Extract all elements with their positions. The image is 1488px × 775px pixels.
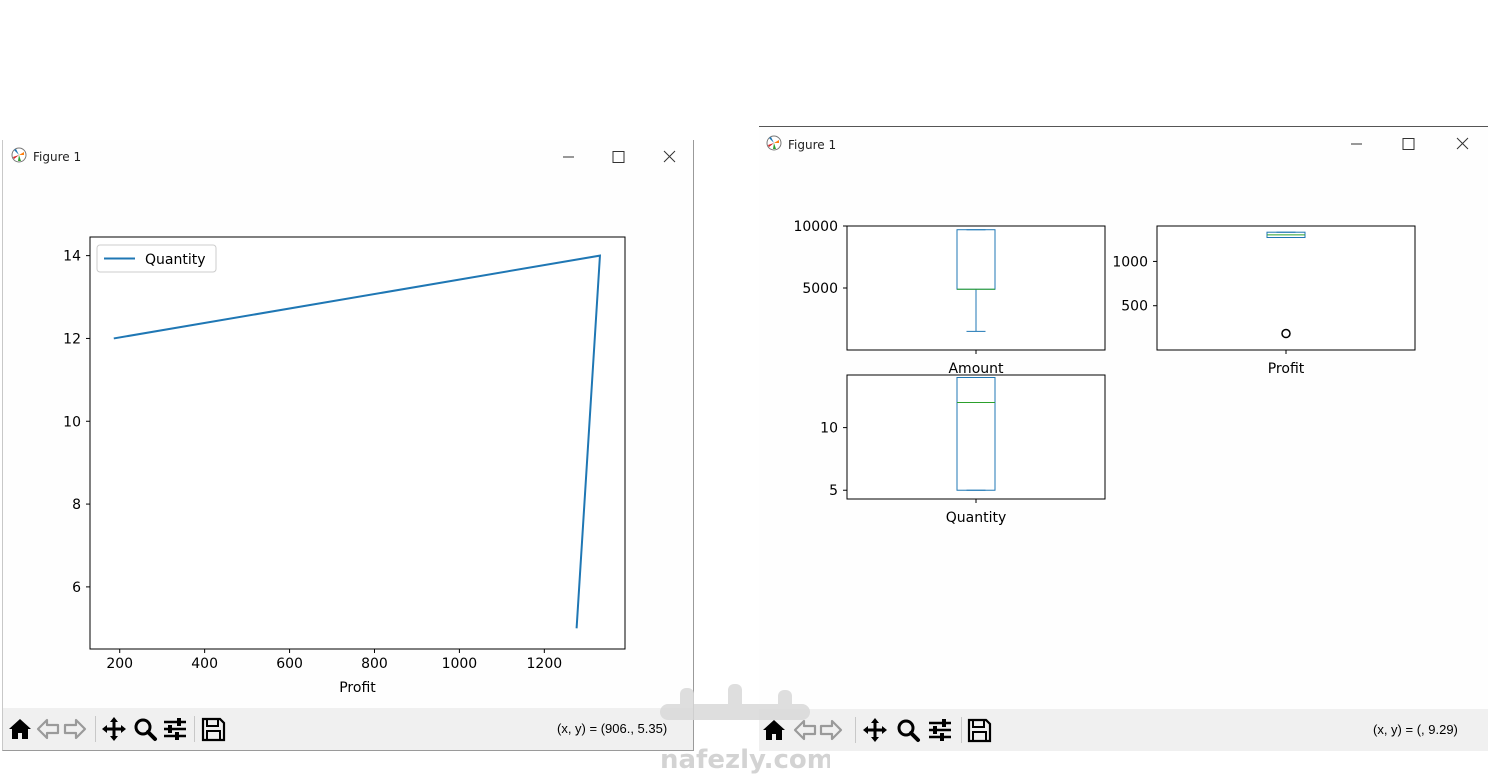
- x-tick-label: Quantity: [946, 510, 1007, 526]
- window-title: Figure 1: [788, 138, 837, 152]
- pan-move-icon[interactable]: [101, 715, 127, 743]
- maximize-button[interactable]: [595, 142, 641, 172]
- x-tick-label: 1000: [442, 656, 478, 672]
- y-tick-label: 10: [63, 414, 81, 430]
- plot-area: [89, 236, 626, 650]
- y-tick-label: 10: [820, 421, 838, 437]
- save-floppy-icon[interactable]: [966, 716, 992, 744]
- toolbar-separator: [95, 716, 96, 742]
- title-bar: Figure 1: [759, 127, 1488, 161]
- title-bar: Figure 1: [3, 140, 693, 174]
- figure-window-left: Figure 1 200 400 600 800 1000 1200 6 8 10 12 14 Pro…: [2, 140, 694, 751]
- close-button[interactable]: [646, 142, 692, 172]
- minimize-button[interactable]: [545, 142, 591, 172]
- forward-arrow-icon[interactable]: [62, 715, 88, 743]
- pan-move-icon[interactable]: [862, 716, 888, 744]
- configure-subplots-icon[interactable]: [162, 715, 188, 743]
- matplotlib-logo-icon: [766, 135, 782, 151]
- navigation-toolbar: (x, y) = (, 9.29): [759, 709, 1488, 751]
- y-tick-label: 5000: [802, 281, 838, 297]
- y-tick-label: 6: [72, 580, 81, 596]
- toolbar-separator: [961, 717, 962, 743]
- y-tick-label: 1000: [1112, 254, 1148, 270]
- line-chart: 200 400 600 800 1000 1200 6 8 10 12 14 Profit Quanti…: [63, 236, 626, 696]
- legend-label: Quantity: [145, 252, 206, 268]
- y-tick-label: 5: [829, 483, 838, 499]
- x-tick-label: 800: [361, 656, 388, 672]
- toolbar-separator: [855, 717, 856, 743]
- y-tick-label: 10000: [793, 219, 838, 235]
- minimize-button[interactable]: [1333, 129, 1379, 159]
- maximize-button[interactable]: [1385, 129, 1431, 159]
- y-tick-label: 8: [72, 497, 81, 513]
- x-tick-label: 400: [191, 656, 218, 672]
- watermark-text: nafezly.com: [660, 745, 830, 775]
- configure-subplots-icon[interactable]: [927, 716, 953, 744]
- window-title: Figure 1: [33, 150, 82, 164]
- zoom-magnifier-icon[interactable]: [895, 716, 921, 744]
- home-icon[interactable]: [7, 715, 33, 743]
- zoom-magnifier-icon[interactable]: [132, 715, 158, 743]
- matplotlib-logo-icon: [11, 147, 27, 163]
- figure-window-right: Figure 1 5000 10000 Amount 500 1000 Profit 5 10…: [759, 126, 1488, 751]
- subplot-area: [1156, 225, 1416, 351]
- x-tick-label: 200: [106, 656, 133, 672]
- navigation-toolbar: (x, y) = (906., 5.35): [3, 708, 693, 750]
- y-tick-label: 14: [63, 249, 81, 265]
- watermark: nafezly.com: [660, 684, 830, 775]
- save-floppy-icon[interactable]: [200, 715, 226, 743]
- back-arrow-icon[interactable]: [35, 715, 61, 743]
- cursor-coordinates: (x, y) = (, 9.29): [1373, 722, 1458, 737]
- x-axis-label: Profit: [339, 680, 376, 696]
- subplot-area: [846, 374, 1106, 500]
- close-button[interactable]: [1439, 129, 1485, 159]
- x-tick-label: 600: [276, 656, 303, 672]
- x-tick-label: Profit: [1268, 361, 1305, 377]
- x-tick-label: 1200: [527, 656, 563, 672]
- box-plots: 500010000Amount5001000Profit510Quantity: [793, 219, 1416, 526]
- y-tick-label: 12: [63, 331, 81, 347]
- toolbar-separator: [194, 716, 195, 742]
- y-tick-label: 500: [1121, 299, 1148, 315]
